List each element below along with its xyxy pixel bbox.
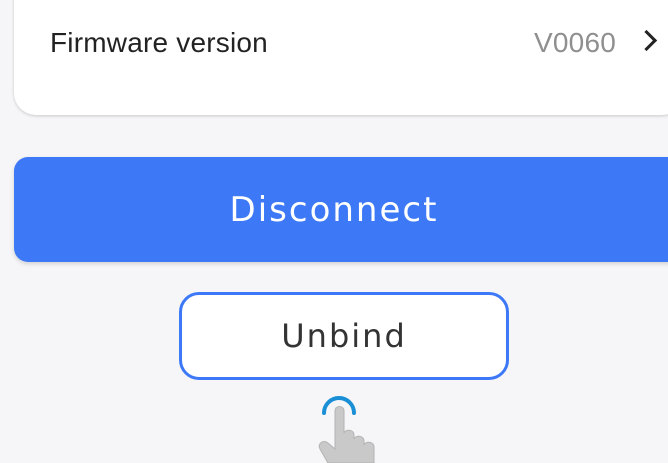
settings-card: Firmware version V0060 <box>14 0 668 115</box>
firmware-version-value: V0060 <box>534 26 616 58</box>
disconnect-button[interactable]: Disconnect <box>14 157 668 262</box>
firmware-version-label: Firmware version <box>50 26 268 58</box>
disconnect-button-label: Disconnect <box>229 189 439 230</box>
chevron-right-icon <box>635 29 658 52</box>
app-screen: Firmware version V0060 Disconnect Unbind <box>0 0 668 463</box>
unbind-button[interactable]: Unbind <box>179 292 509 380</box>
firmware-version-row[interactable]: Firmware version V0060 <box>14 0 668 85</box>
tap-hand-icon <box>318 396 375 463</box>
